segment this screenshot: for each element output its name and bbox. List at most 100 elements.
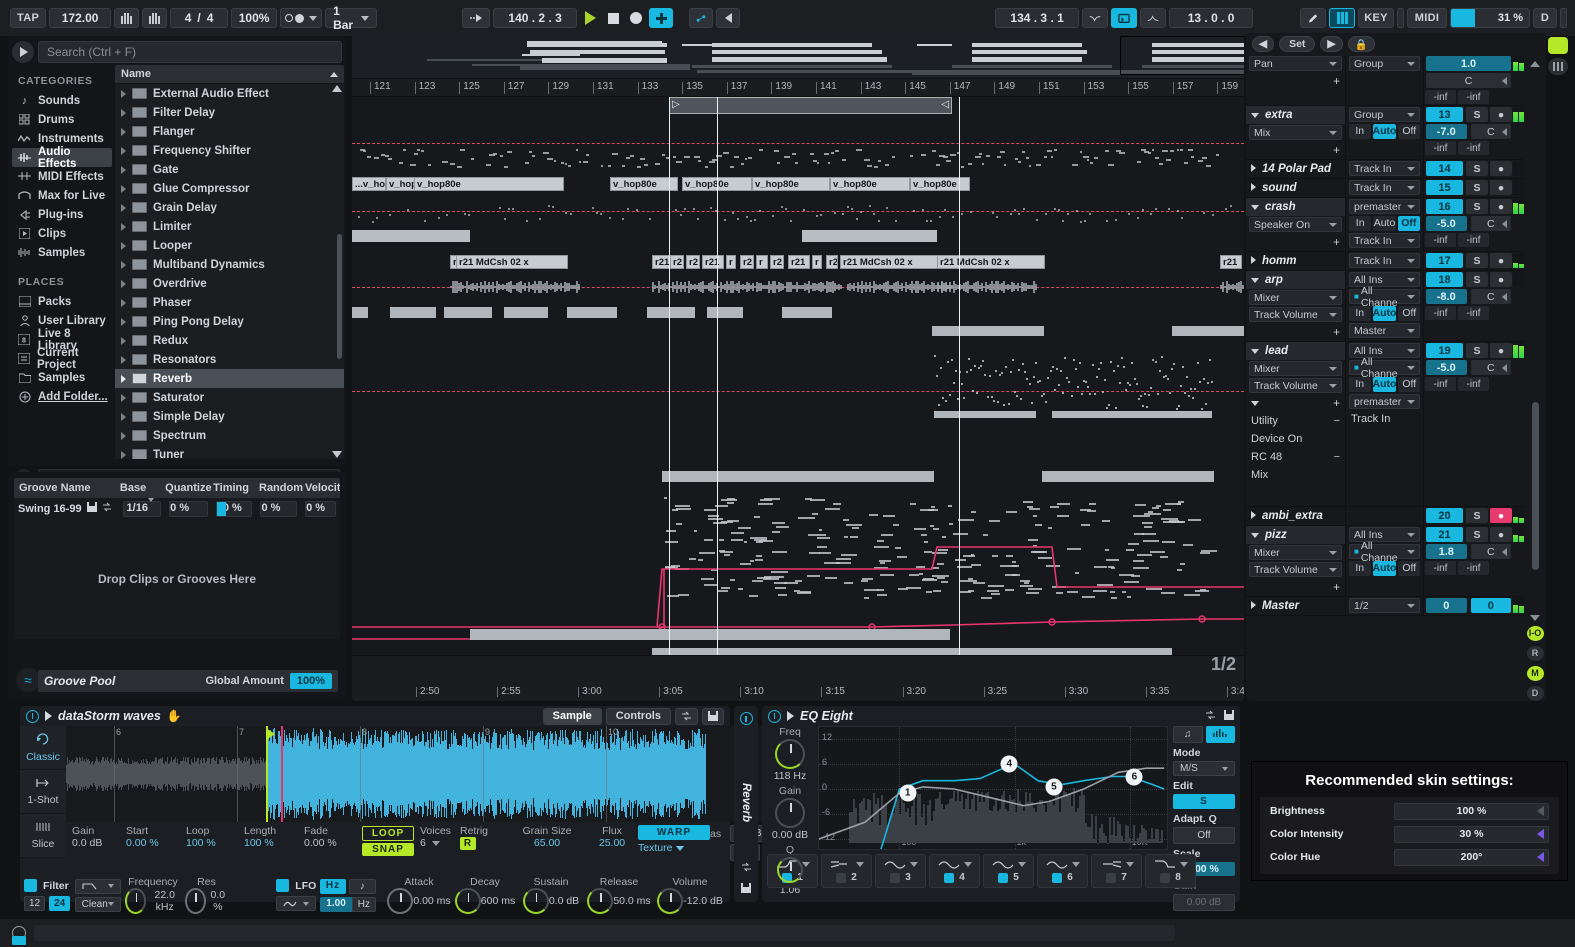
midi-note[interactable] bbox=[1148, 152, 1151, 154]
scroll-up-arrow-icon[interactable] bbox=[332, 85, 342, 92]
midi-note[interactable] bbox=[1106, 407, 1108, 409]
midi-note[interactable] bbox=[543, 152, 548, 154]
track-number[interactable]: 20 bbox=[1426, 508, 1463, 523]
hot-swap-icon[interactable] bbox=[675, 708, 698, 725]
save-icon[interactable] bbox=[87, 502, 97, 515]
decay-knob[interactable] bbox=[455, 888, 481, 914]
automation-point[interactable] bbox=[438, 217, 440, 219]
track-volume[interactable]: 1.0 bbox=[1426, 56, 1511, 71]
eq-response-graph[interactable]: 1260-6-121001k10K1456 bbox=[818, 726, 1168, 850]
groove-row[interactable]: Swing 16-99 1/16 0 % 20 % 0 % 0 % bbox=[14, 498, 340, 519]
mode-slice[interactable]: Slice bbox=[20, 814, 66, 858]
groove-quantize-value[interactable]: 0 % bbox=[169, 501, 208, 517]
midi-note[interactable] bbox=[776, 526, 790, 528]
midi-note[interactable] bbox=[779, 576, 784, 578]
midi-note[interactable] bbox=[1092, 364, 1094, 366]
midi-note[interactable] bbox=[1113, 370, 1115, 372]
audio-block[interactable] bbox=[662, 471, 784, 482]
chevron-down-icon[interactable] bbox=[676, 846, 684, 851]
midi-note[interactable] bbox=[1023, 501, 1033, 503]
audio-clip[interactable]: r21 bbox=[1220, 255, 1242, 269]
midi-note[interactable] bbox=[1128, 543, 1139, 545]
midi-note[interactable] bbox=[1171, 368, 1173, 370]
midi-note[interactable] bbox=[1162, 150, 1167, 152]
punch-out-icon[interactable] bbox=[1140, 8, 1166, 28]
list-item[interactable]: Frequency Shifter bbox=[115, 141, 344, 160]
automation-point[interactable] bbox=[684, 208, 686, 210]
midi-note[interactable] bbox=[969, 555, 975, 557]
loop-length-field[interactable]: 13 . 0 . 0 bbox=[1169, 8, 1253, 28]
midi-note[interactable] bbox=[1051, 156, 1053, 158]
automation-point[interactable] bbox=[930, 220, 932, 222]
automation-point[interactable] bbox=[499, 207, 501, 209]
automation-point[interactable] bbox=[358, 216, 360, 218]
midi-note[interactable] bbox=[640, 158, 645, 160]
expand-triangle-icon[interactable] bbox=[121, 337, 126, 345]
midi-note[interactable] bbox=[1022, 363, 1024, 365]
device-param[interactable]: Mix bbox=[1246, 466, 1345, 484]
track-number[interactable]: 21 bbox=[1426, 527, 1463, 542]
midi-note[interactable] bbox=[1142, 533, 1156, 535]
midi-note[interactable] bbox=[1057, 515, 1069, 517]
solo-button[interactable]: S bbox=[1466, 180, 1488, 195]
midi-note[interactable] bbox=[1184, 594, 1200, 596]
midi-note[interactable] bbox=[704, 539, 713, 541]
arm-record-button[interactable]: ● bbox=[1490, 343, 1512, 358]
midi-note[interactable] bbox=[672, 509, 678, 511]
arm-record-button[interactable]: ● bbox=[1490, 253, 1512, 268]
groove-drop-area[interactable]: Drop Clips or Grooves Here bbox=[14, 519, 340, 639]
mode-classic[interactable]: Classic bbox=[20, 726, 66, 770]
midi-note[interactable] bbox=[1137, 161, 1141, 163]
send-b[interactable]: -inf bbox=[1458, 377, 1489, 391]
audio-block[interactable] bbox=[802, 230, 937, 242]
automation-point[interactable] bbox=[539, 218, 541, 220]
midi-note[interactable] bbox=[819, 529, 822, 531]
midi-note[interactable] bbox=[1102, 520, 1110, 522]
midi-note[interactable] bbox=[931, 567, 940, 569]
midi-note[interactable] bbox=[1110, 361, 1112, 363]
monitor-selector[interactable]: InAutoOff bbox=[1346, 215, 1423, 232]
midi-note[interactable] bbox=[906, 587, 921, 589]
input-channel[interactable]: ■All Channe bbox=[1349, 360, 1420, 375]
midi-note[interactable] bbox=[1065, 503, 1070, 505]
midi-note[interactable] bbox=[1186, 376, 1188, 378]
midi-note[interactable] bbox=[1134, 378, 1136, 380]
midi-note[interactable] bbox=[1173, 363, 1175, 365]
midi-note[interactable] bbox=[772, 531, 780, 533]
automation-point[interactable] bbox=[1142, 209, 1144, 211]
monitor-selector[interactable]: InAutoOff bbox=[1346, 376, 1423, 393]
automation-point[interactable] bbox=[1155, 208, 1157, 210]
midi-note[interactable] bbox=[568, 165, 570, 167]
midi-note[interactable] bbox=[910, 503, 916, 505]
midi-note[interactable] bbox=[1026, 592, 1039, 594]
midi-note[interactable] bbox=[1035, 524, 1042, 526]
automation-point[interactable] bbox=[944, 209, 946, 211]
midi-note[interactable] bbox=[1072, 164, 1077, 166]
automation-point[interactable] bbox=[565, 212, 567, 214]
track-header[interactable]: arp bbox=[1246, 271, 1345, 289]
locator-line[interactable] bbox=[959, 97, 960, 655]
eq-band-8[interactable]: 8 bbox=[1145, 854, 1196, 888]
midi-note[interactable] bbox=[1100, 362, 1102, 364]
chevron-down-icon[interactable] bbox=[432, 841, 440, 846]
midi-note[interactable] bbox=[561, 162, 564, 164]
midi-note[interactable] bbox=[945, 400, 947, 402]
midi-note[interactable] bbox=[1087, 386, 1089, 388]
midi-note[interactable] bbox=[428, 164, 431, 166]
midi-note[interactable] bbox=[933, 528, 940, 530]
midi-note[interactable] bbox=[403, 149, 407, 151]
list-item[interactable]: Redux bbox=[115, 331, 344, 350]
automation-point[interactable] bbox=[970, 211, 972, 213]
midi-note[interactable] bbox=[586, 154, 589, 156]
midi-note[interactable] bbox=[1005, 589, 1014, 591]
sidebar-item-drums[interactable]: Drums bbox=[12, 110, 112, 129]
eq-band-handle-4[interactable]: 4 bbox=[1001, 756, 1018, 773]
midi-note[interactable] bbox=[637, 166, 641, 168]
midi-note[interactable] bbox=[916, 566, 925, 568]
midi-note[interactable] bbox=[947, 361, 949, 363]
midi-note[interactable] bbox=[754, 539, 766, 541]
midi-note[interactable] bbox=[976, 392, 978, 394]
color-hue-value[interactable]: 200° bbox=[1394, 849, 1549, 866]
midi-note[interactable] bbox=[1090, 162, 1093, 164]
audio-block[interactable] bbox=[390, 307, 436, 318]
